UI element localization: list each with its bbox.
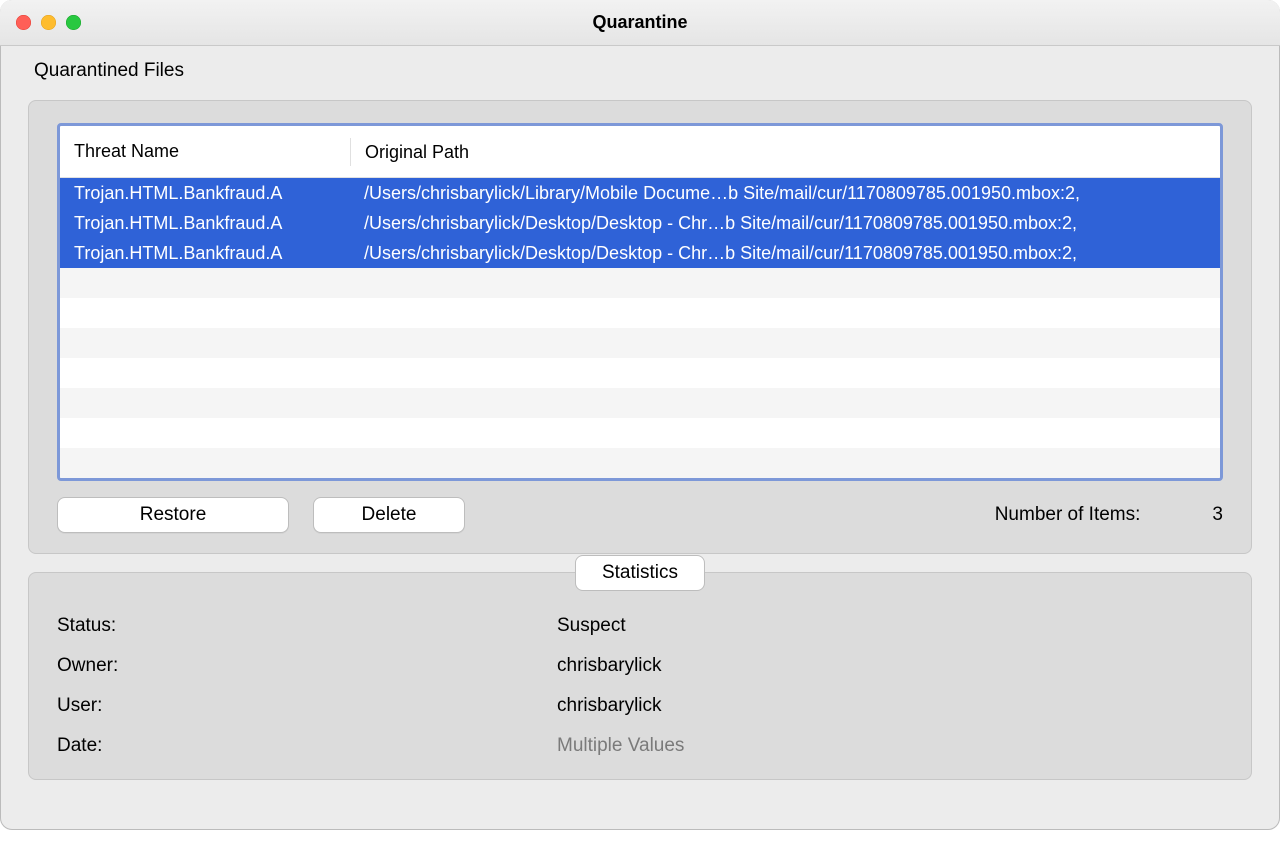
- restore-button[interactable]: Restore: [57, 497, 289, 533]
- item-count-value: 3: [1212, 504, 1223, 526]
- statistics-row: Owner:chrisbarylick: [57, 655, 1223, 677]
- statistics-value: Suspect: [557, 615, 626, 637]
- cell-threat-name: Trojan.HTML.Bankfraud.A: [60, 243, 350, 264]
- statistics-label: User:: [57, 695, 557, 717]
- window-content: Quarantined Files Threat Name Original P…: [0, 46, 1280, 830]
- statistics-panel: Statistics Status:SuspectOwner:chrisbary…: [28, 572, 1252, 780]
- statistics-row: Status:Suspect: [57, 615, 1223, 637]
- table-row-empty: [60, 418, 1220, 448]
- statistics-label: Status:: [57, 615, 557, 637]
- table-row-empty: [60, 448, 1220, 478]
- column-header-path[interactable]: Original Path: [350, 138, 1220, 166]
- table-footer: Restore Delete Number of Items: 3: [57, 497, 1223, 533]
- table-row-empty: [60, 328, 1220, 358]
- statistics-body: Status:SuspectOwner:chrisbarylickUser:ch…: [57, 615, 1223, 757]
- statistics-value: Multiple Values: [557, 735, 684, 757]
- statistics-value: chrisbarylick: [557, 695, 662, 717]
- delete-button[interactable]: Delete: [313, 497, 465, 533]
- table-row-empty: [60, 298, 1220, 328]
- table-row-empty: [60, 268, 1220, 298]
- window-titlebar: Quarantine: [0, 0, 1280, 46]
- table-header-row: Threat Name Original Path: [60, 126, 1220, 178]
- table-body: Trojan.HTML.Bankfraud.A/Users/chrisbaryl…: [60, 178, 1220, 478]
- statistics-tab[interactable]: Statistics: [575, 555, 705, 591]
- statistics-row: Date:Multiple Values: [57, 735, 1223, 757]
- table-row-empty: [60, 388, 1220, 418]
- table-row[interactable]: Trojan.HTML.Bankfraud.A/Users/chrisbaryl…: [60, 238, 1220, 268]
- quarantine-table[interactable]: Threat Name Original Path Trojan.HTML.Ba…: [57, 123, 1223, 481]
- quarantine-panel: Threat Name Original Path Trojan.HTML.Ba…: [28, 100, 1252, 554]
- statistics-label: Date:: [57, 735, 557, 757]
- statistics-label: Owner:: [57, 655, 557, 677]
- quarantine-window: Quarantine Quarantined Files Threat Name…: [0, 0, 1280, 830]
- item-count: Number of Items: 3: [995, 504, 1223, 526]
- item-count-label: Number of Items:: [995, 504, 1141, 526]
- table-row-empty: [60, 358, 1220, 388]
- column-header-threat[interactable]: Threat Name: [60, 141, 350, 162]
- cell-original-path: /Users/chrisbarylick/Library/Mobile Docu…: [350, 183, 1220, 204]
- cell-original-path: /Users/chrisbarylick/Desktop/Desktop - C…: [350, 243, 1220, 264]
- statistics-value: chrisbarylick: [557, 655, 662, 677]
- cell-original-path: /Users/chrisbarylick/Desktop/Desktop - C…: [350, 213, 1220, 234]
- quarantined-files-label: Quarantined Files: [28, 60, 1252, 82]
- window-title: Quarantine: [0, 12, 1280, 33]
- table-row[interactable]: Trojan.HTML.Bankfraud.A/Users/chrisbaryl…: [60, 208, 1220, 238]
- cell-threat-name: Trojan.HTML.Bankfraud.A: [60, 183, 350, 204]
- statistics-row: User:chrisbarylick: [57, 695, 1223, 717]
- cell-threat-name: Trojan.HTML.Bankfraud.A: [60, 213, 350, 234]
- table-row[interactable]: Trojan.HTML.Bankfraud.A/Users/chrisbaryl…: [60, 178, 1220, 208]
